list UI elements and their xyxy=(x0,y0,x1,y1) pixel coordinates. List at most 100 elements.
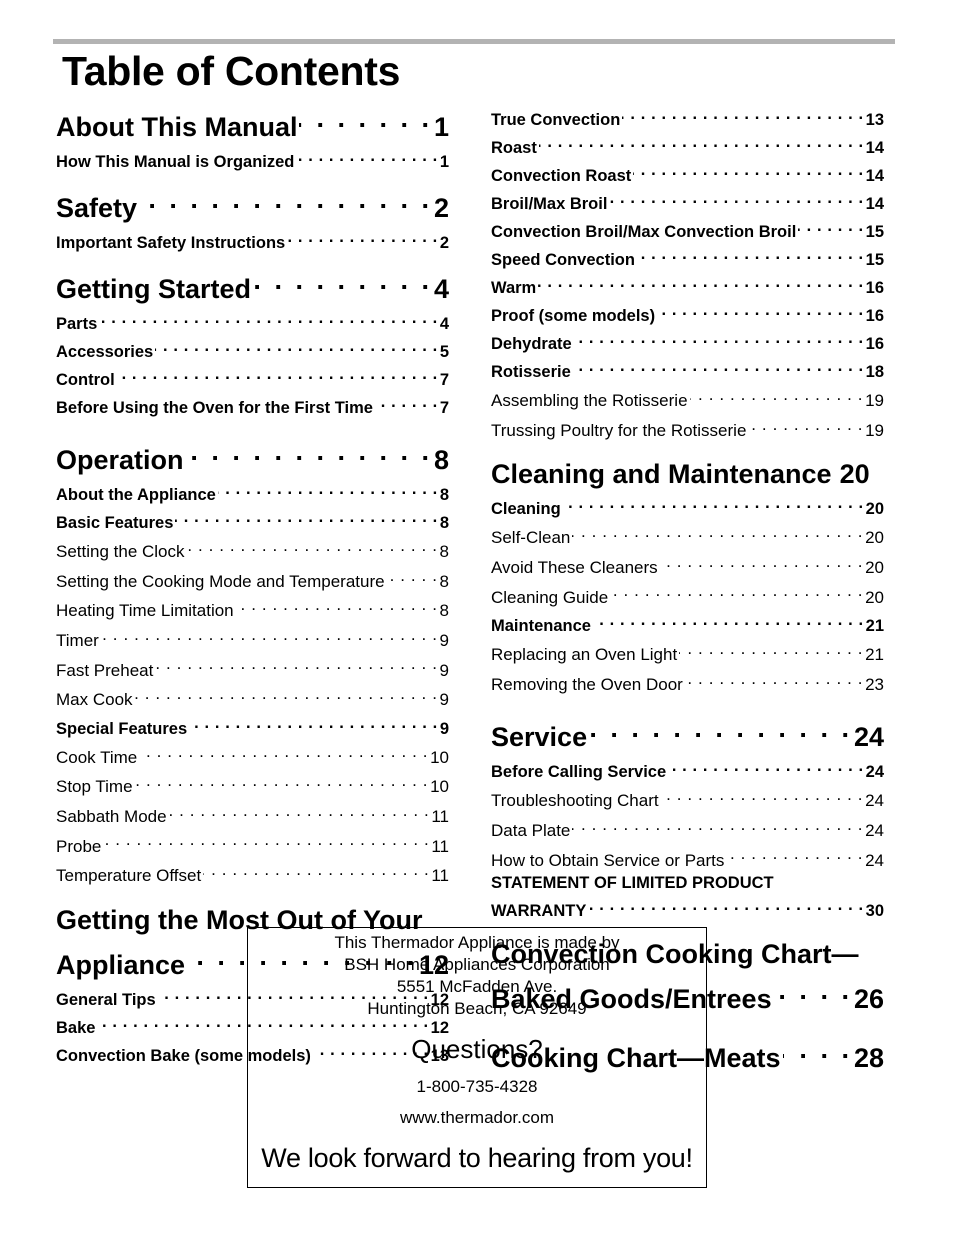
toc-label: Probe xyxy=(56,836,102,856)
dot-leader xyxy=(538,271,863,293)
toc-page-number: 4 xyxy=(439,315,449,333)
toc-entry-true-convection[interactable]: True Convection 13 xyxy=(491,103,884,131)
toc-entry-obtain-service[interactable]: How to Obtain Service or Parts 24 xyxy=(491,842,884,872)
toc-entry-trussing-poultry[interactable]: Trussing Poultry for the Rotisserie 19 xyxy=(491,413,884,443)
toc-page-number: 8 xyxy=(433,445,449,475)
toc-label: Important Safety Instructions xyxy=(56,234,286,252)
toc-page-number: 14 xyxy=(865,139,884,157)
dot-leader xyxy=(103,828,429,851)
toc-page-number: 20 xyxy=(865,558,884,578)
toc-entry-data-plate[interactable]: Data Plate 24 xyxy=(491,813,884,843)
toc-page-number: 1 xyxy=(433,112,449,142)
toc-section-cleaning-maintenance[interactable]: Cleaning and Maintenance 20 xyxy=(491,456,884,492)
toc-label: Convection Roast xyxy=(491,167,632,185)
website-link[interactable]: www.thermador.com xyxy=(248,1107,706,1129)
toc-page-number: 14 xyxy=(865,167,884,185)
toc-entry-oven-light[interactable]: Replacing an Oven Light 21 xyxy=(491,637,884,667)
toc-entry-self-clean[interactable]: Self-Clean 20 xyxy=(491,520,884,550)
toc-label: Dehydrate xyxy=(491,335,572,353)
toc-section-getting-started[interactable]: Getting Started 4 xyxy=(56,262,449,307)
toc-entry-speed-convection[interactable]: Speed Convection 15 xyxy=(491,243,884,271)
toc-label: Cleaning xyxy=(491,500,561,519)
toc-entry-temperature-offset[interactable]: Temperature Offset 11 xyxy=(56,858,449,888)
toc-page-number: 11 xyxy=(431,836,449,856)
toc-entry-timer[interactable]: Timer 9 xyxy=(56,623,449,653)
toc-entry-assembling-rotisserie[interactable]: Assembling the Rotisserie 19 xyxy=(491,383,884,413)
dot-leader xyxy=(593,609,864,631)
toc-entry-fast-preheat[interactable]: Fast Preheat 9 xyxy=(56,652,449,682)
toc-entry-max-cook[interactable]: Max Cook 9 xyxy=(56,682,449,712)
toc-section-safety[interactable]: Safety 2 xyxy=(56,181,449,226)
toc-entry-control[interactable]: Control 7 xyxy=(56,363,449,391)
toc-entry-convection-roast[interactable]: Convection Roast 14 xyxy=(491,159,884,187)
toc-page-number: 24 xyxy=(865,763,884,782)
toc-entry-cleaning-guide[interactable]: Cleaning Guide 20 xyxy=(491,579,884,609)
maker-statement: This Thermador Appliance is made by xyxy=(334,933,620,952)
toc-entry-how-manual-organized[interactable]: How This Manual is Organized 1 xyxy=(56,145,449,173)
toc-label: Accessories xyxy=(56,343,154,361)
toc-entry-sabbath-mode[interactable]: Sabbath Mode 11 xyxy=(56,799,449,829)
toc-entry-warranty-line1[interactable]: STATEMENT OF LIMITED PRODUCT xyxy=(491,872,884,894)
toc-page-number: 21 xyxy=(865,616,884,635)
toc-page-number: 8 xyxy=(439,486,449,504)
toc-entry-troubleshooting[interactable]: Troubleshooting Chart 24 xyxy=(491,783,884,813)
toc-page-number: 9 xyxy=(439,690,449,710)
toc-page-number: 8 xyxy=(439,542,449,562)
toc-entry-avoid-cleaners[interactable]: Avoid These Cleaners 20 xyxy=(491,550,884,580)
toc-page-number: 5 xyxy=(439,343,449,361)
toc-page-number: 1 xyxy=(439,153,449,171)
toc-entry-before-calling[interactable]: Before Calling Service 24 xyxy=(491,755,884,783)
toc-page-number: 8 xyxy=(439,601,449,621)
toc-entry-rotisserie[interactable]: Rotisserie 18 xyxy=(491,355,884,383)
toc-entry-setting-mode[interactable]: Setting the Cooking Mode and Temperature… xyxy=(56,564,449,594)
toc-entry-probe[interactable]: Probe 11 xyxy=(56,828,449,858)
toc-entry-heating-limit[interactable]: Heating Time Limitation 8 xyxy=(56,593,449,623)
toc-section-about-this-manual[interactable]: About This Manual 1 xyxy=(56,100,449,145)
toc-page-number: 7 xyxy=(439,399,449,417)
phone-number[interactable]: 1-800-735-4328 xyxy=(248,1076,706,1098)
toc-page-number: 9 xyxy=(439,719,449,738)
dot-leader xyxy=(135,682,438,705)
toc-entry-maintenance[interactable]: Maintenance 21 xyxy=(491,609,884,637)
toc-entry-roast[interactable]: Roast 14 xyxy=(491,131,884,159)
toc-entry-proof[interactable]: Proof (some models) 16 xyxy=(491,299,884,327)
dot-leader xyxy=(139,740,428,763)
toc-entry-basic-features[interactable]: Basic Features 8 xyxy=(56,506,449,534)
toc-label: Control xyxy=(56,371,115,389)
toc-entry-accessories[interactable]: Accessories 5 xyxy=(56,335,449,363)
toc-entry-warm[interactable]: Warm 16 xyxy=(491,271,884,299)
toc-label: Assembling the Rotisserie xyxy=(491,391,688,411)
toc-label: Removing the Oven Door xyxy=(491,674,683,694)
toc-entry-parts[interactable]: Parts 4 xyxy=(56,307,449,335)
questions-heading: Questions? xyxy=(411,1034,543,1064)
toc-entry-cook-time[interactable]: Cook Time 10 xyxy=(56,740,449,770)
toc-entry-about-appliance[interactable]: About the Appliance 8 xyxy=(56,478,449,506)
toc-entry-warranty[interactable]: WARRANTY 30 xyxy=(491,894,884,922)
toc-label: Timer xyxy=(56,631,99,651)
dot-leader xyxy=(783,1031,852,1067)
toc-label: Fast Preheat xyxy=(56,660,154,680)
toc-left-column: About This Manual 1 How This Manual is Or… xyxy=(56,100,449,1067)
toc-section-operation[interactable]: Operation 8 xyxy=(56,433,449,478)
toc-entry-setting-clock[interactable]: Setting the Clock 8 xyxy=(56,534,449,564)
toc-entry-before-first-time[interactable]: Before Using the Oven for the First Time… xyxy=(56,391,449,419)
toc-entry-convection-broil[interactable]: Convection Broil/Max Convection Broil 15 xyxy=(491,215,884,243)
toc-entry-dehydrate[interactable]: Dehydrate 16 xyxy=(491,327,884,355)
toc-label: Before Calling Service xyxy=(491,763,667,782)
toc-label: Troubleshooting Chart xyxy=(491,791,659,811)
toc-label: General Tips xyxy=(56,990,156,1009)
dot-leader xyxy=(539,131,864,153)
toc-label: True Convection xyxy=(491,111,621,129)
dot-leader xyxy=(203,858,429,881)
toc-entry-special-features[interactable]: Special Features 9 xyxy=(56,712,449,740)
toc-entry-oven-door[interactable]: Removing the Oven Door 23 xyxy=(491,667,884,697)
toc-entry-stop-time[interactable]: Stop Time 10 xyxy=(56,769,449,799)
toc-entry-important-safety[interactable]: Important Safety Instructions 2 xyxy=(56,226,449,254)
toc-label: Service xyxy=(491,722,588,753)
toc-page-number: 16 xyxy=(865,335,884,353)
toc-section-service[interactable]: Service 24 xyxy=(491,710,884,755)
toc-label: Replacing an Oven Light xyxy=(491,645,678,665)
toc-entry-broil[interactable]: Broil/Max Broil 14 xyxy=(491,187,884,215)
toc-entry-cleaning[interactable]: Cleaning 20 xyxy=(491,492,884,520)
toc-label: Safety xyxy=(56,193,138,223)
